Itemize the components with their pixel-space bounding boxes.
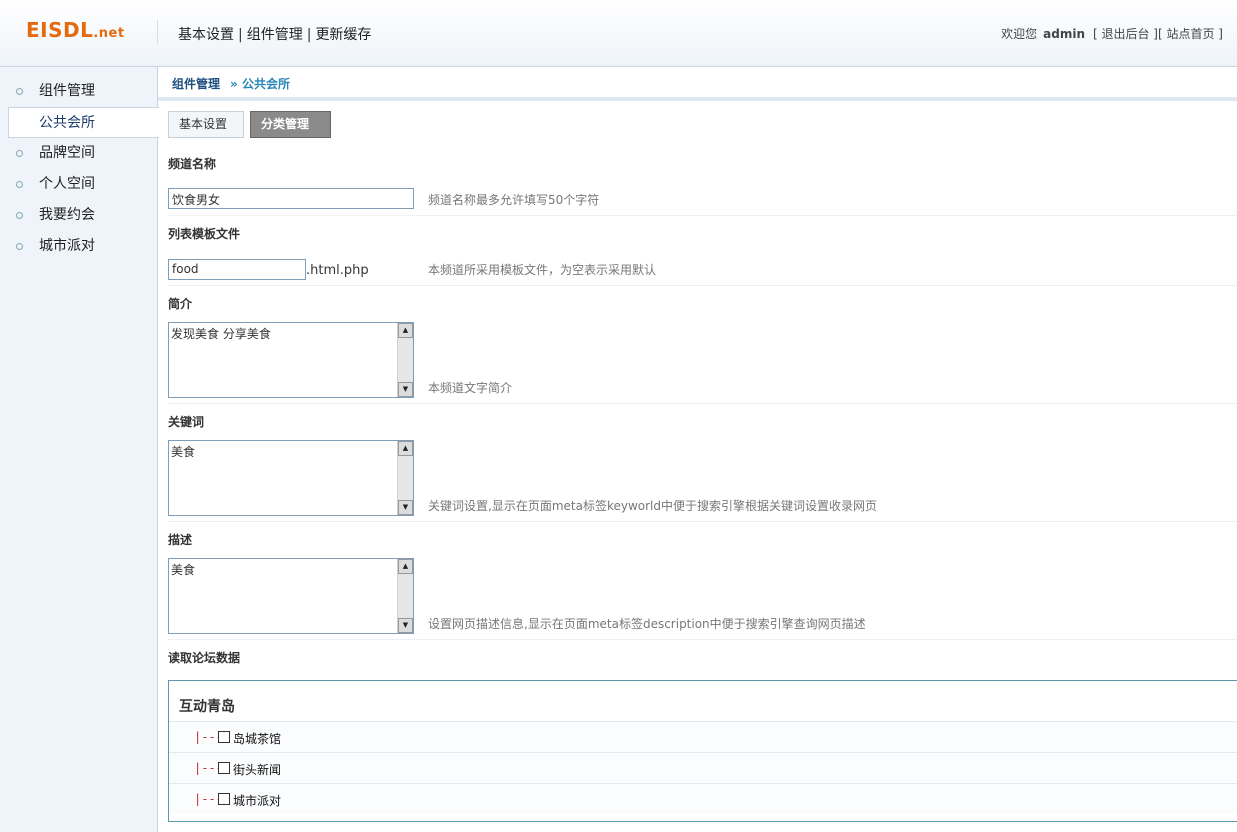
header-divider xyxy=(157,20,158,44)
channel-name-label: 频道名称 xyxy=(168,157,217,171)
keywords-textarea[interactable]: 美食 ▲ ▼ xyxy=(168,440,414,516)
user-bar: 欢迎您 admin [ 退出后台 ][ 站点首页 ] xyxy=(1001,25,1223,42)
tab-category-management[interactable]: 分类管理 xyxy=(250,111,331,138)
tab-basic-settings[interactable]: 基本设置 xyxy=(168,111,244,138)
scroll-up-icon[interactable]: ▲ xyxy=(398,323,413,338)
intro-hint: 本频道文字简介 xyxy=(428,381,513,395)
row-divider xyxy=(168,639,1237,640)
nav-component-management[interactable]: 组件管理 xyxy=(247,27,303,43)
breadcrumb-level2[interactable]: » 公共会所 xyxy=(230,77,290,91)
sidebar-item-public-club[interactable]: 公共会所 xyxy=(8,107,159,138)
bullet-icon xyxy=(16,212,23,219)
breadcrumb: 组件管理 » 公共会所 xyxy=(172,75,290,92)
bullet-icon xyxy=(16,88,23,95)
top-nav: 基本设置 | 组件管理 | 更新缓存 xyxy=(178,27,372,43)
breadcrumb-level1[interactable]: 组件管理 xyxy=(172,77,220,91)
template-hint: 本频道所采用模板文件，为空表示采用默认 xyxy=(428,263,657,277)
board-checkbox[interactable] xyxy=(218,762,230,774)
scroll-down-icon[interactable]: ▼ xyxy=(398,382,413,397)
template-label: 列表模板文件 xyxy=(168,227,241,241)
nav-basic-settings[interactable]: 基本设置 xyxy=(178,27,234,43)
row-divider xyxy=(168,215,1237,216)
description-hint: 设置网页描述信息,显示在页面meta标签description中便于搜索引擎查询… xyxy=(428,617,866,631)
welcome-text: 欢迎您 xyxy=(1001,27,1038,41)
intro-textarea[interactable]: 发现美食 分享美食 ▲ ▼ xyxy=(168,322,414,398)
sidebar-item-city-party[interactable]: 城市派对 xyxy=(0,231,158,262)
sidebar: 组件管理 公共会所 品牌空间 个人空间 我要约会 城市派对 xyxy=(0,67,159,832)
row-divider xyxy=(168,285,1237,286)
site-logo[interactable]: EISDL.net xyxy=(26,18,125,42)
board-checkbox[interactable] xyxy=(218,793,230,805)
forum-label: 读取论坛数据 xyxy=(168,651,241,665)
board-name: 岛城茶馆 xyxy=(233,732,282,746)
bullet-icon xyxy=(16,150,23,157)
sidebar-item-brand-space[interactable]: 品牌空间 xyxy=(0,138,158,169)
scroll-down-icon[interactable]: ▼ xyxy=(398,500,413,515)
username: admin xyxy=(1043,27,1085,41)
channel-name-hint: 频道名称最多允许填写50个字符 xyxy=(428,193,600,207)
list-item: |--- 城市派对 xyxy=(169,783,1237,814)
board-checkbox[interactable] xyxy=(218,731,230,743)
scrollbar[interactable]: ▲ ▼ xyxy=(397,323,413,397)
scroll-down-icon[interactable]: ▼ xyxy=(398,618,413,633)
breadcrumb-divider xyxy=(158,97,1237,101)
template-suffix: .html.php xyxy=(306,263,369,278)
nav-update-cache[interactable]: 更新缓存 xyxy=(315,27,371,43)
scroll-up-icon[interactable]: ▲ xyxy=(398,441,413,456)
keywords-label: 关键词 xyxy=(168,415,205,429)
sidebar-item-dating[interactable]: 我要约会 xyxy=(0,200,158,231)
forum-group-title: 互动青岛 xyxy=(179,699,235,715)
intro-label: 简介 xyxy=(168,297,193,311)
description-textarea[interactable]: 美食 ▲ ▼ xyxy=(168,558,414,634)
row-divider xyxy=(168,521,1237,522)
description-label: 描述 xyxy=(168,533,193,547)
sidebar-item-personal-space[interactable]: 个人空间 xyxy=(0,169,158,200)
scrollbar[interactable]: ▲ ▼ xyxy=(397,441,413,515)
row-divider xyxy=(168,403,1237,404)
board-name: 城市派对 xyxy=(233,794,282,808)
board-name: 街头新闻 xyxy=(233,763,282,777)
list-item: |--- 岛城茶馆 xyxy=(169,721,1237,752)
template-input[interactable]: food xyxy=(168,259,306,280)
top-header: EISDL.net 基本设置 | 组件管理 | 更新缓存 欢迎您 admin [ 退出后台 … xyxy=(0,0,1237,67)
logout-link[interactable]: [ 退出后台 ] xyxy=(1093,27,1158,41)
list-item: |--- 街头新闻 xyxy=(169,752,1237,783)
main-content: 组件管理 » 公共会所 基本设置 分类管理 频道名称 饮食男女 频道名称最多允许填… xyxy=(158,67,1237,832)
keywords-hint: 关键词设置,显示在页面meta标签keyworld中便于搜索引擎根据关键词设置收… xyxy=(428,499,877,513)
channel-name-input[interactable]: 饮食男女 xyxy=(168,188,414,209)
scrollbar[interactable]: ▲ ▼ xyxy=(397,559,413,633)
forum-box: 互动青岛 |--- 岛城茶馆 |--- 街头新闻 |--- 城市派对 xyxy=(168,680,1237,822)
bullet-icon xyxy=(16,243,23,250)
scroll-up-icon[interactable]: ▲ xyxy=(398,559,413,574)
sidebar-item-component-management[interactable]: 组件管理 xyxy=(0,76,158,107)
bullet-icon xyxy=(16,181,23,188)
site-home-link[interactable]: [ 站点首页 ] xyxy=(1158,27,1223,41)
